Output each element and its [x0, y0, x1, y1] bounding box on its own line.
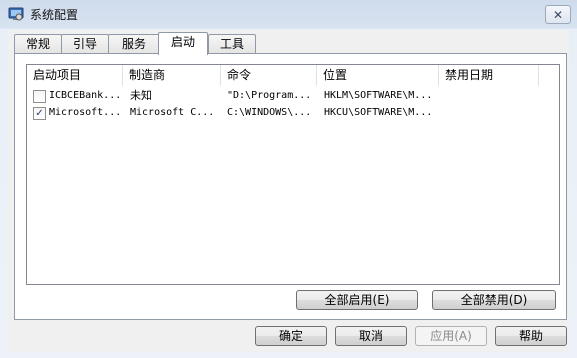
help-button[interactable]: 帮助: [495, 326, 567, 346]
title-bar: 系统配置 ✕: [0, 0, 577, 28]
column-header-disabled-date[interactable]: 禁用日期: [439, 65, 539, 86]
column-header-command[interactable]: 命令: [221, 65, 317, 86]
startup-item-command: "D:\Program...: [227, 90, 312, 101]
startup-item-manufacturer: 未知: [130, 89, 152, 102]
table-row[interactable]: ICBCEBank... 未知 "D:\Program... HKLM\SOFT…: [27, 87, 559, 105]
column-header-location[interactable]: 位置: [317, 65, 439, 86]
startup-item-disabled-date: [445, 104, 535, 122]
tab-tools[interactable]: 工具: [208, 34, 256, 54]
system-config-window: 系统配置 ✕ 常规 引导 服务 启动 工具 启动项目 制造商 命令 位置 禁用日…: [0, 0, 577, 358]
enable-all-button[interactable]: 全部启用(E): [296, 290, 418, 310]
startup-item-checkbox[interactable]: ✓: [33, 107, 46, 120]
startup-item-name: Microsoft...: [49, 107, 121, 118]
table-row[interactable]: ✓ Microsoft... Microsoft C... C:\WINDOWS…: [27, 104, 559, 122]
column-header-manufacturer[interactable]: 制造商: [123, 65, 221, 86]
checkmark-icon: ✓: [35, 107, 44, 119]
close-button[interactable]: ✕: [545, 5, 571, 24]
window-title: 系统配置: [30, 8, 79, 22]
tab-services[interactable]: 服务: [108, 34, 160, 54]
startup-item-checkbox[interactable]: [33, 90, 46, 103]
startup-items-list[interactable]: 启动项目 制造商 命令 位置 禁用日期 ICBCEBank... 未知 "D:\…: [26, 64, 560, 285]
column-header-startup-item[interactable]: 启动项目: [27, 65, 123, 86]
apply-button[interactable]: 应用(A): [415, 326, 487, 346]
msconfig-icon: [8, 6, 24, 22]
startup-item-manufacturer: Microsoft C...: [130, 107, 215, 118]
tab-general[interactable]: 常规: [14, 34, 62, 54]
startup-item-location: HKCU\SOFTWARE\M...: [324, 107, 433, 118]
startup-item-name: ICBCEBank...: [49, 90, 121, 101]
list-header: 启动项目 制造商 命令 位置 禁用日期: [27, 65, 559, 86]
close-icon: ✕: [552, 7, 564, 22]
startup-item-location: HKLM\SOFTWARE\M...: [324, 90, 433, 101]
ok-button[interactable]: 确定: [255, 326, 327, 346]
cancel-button[interactable]: 取消: [335, 326, 407, 346]
disable-all-button[interactable]: 全部禁用(D): [432, 290, 556, 310]
startup-item-command: C:\WINDOWS\...: [227, 107, 312, 118]
startup-item-disabled-date: [445, 87, 535, 105]
tab-boot[interactable]: 引导: [61, 34, 109, 54]
tab-startup[interactable]: 启动: [158, 32, 208, 55]
